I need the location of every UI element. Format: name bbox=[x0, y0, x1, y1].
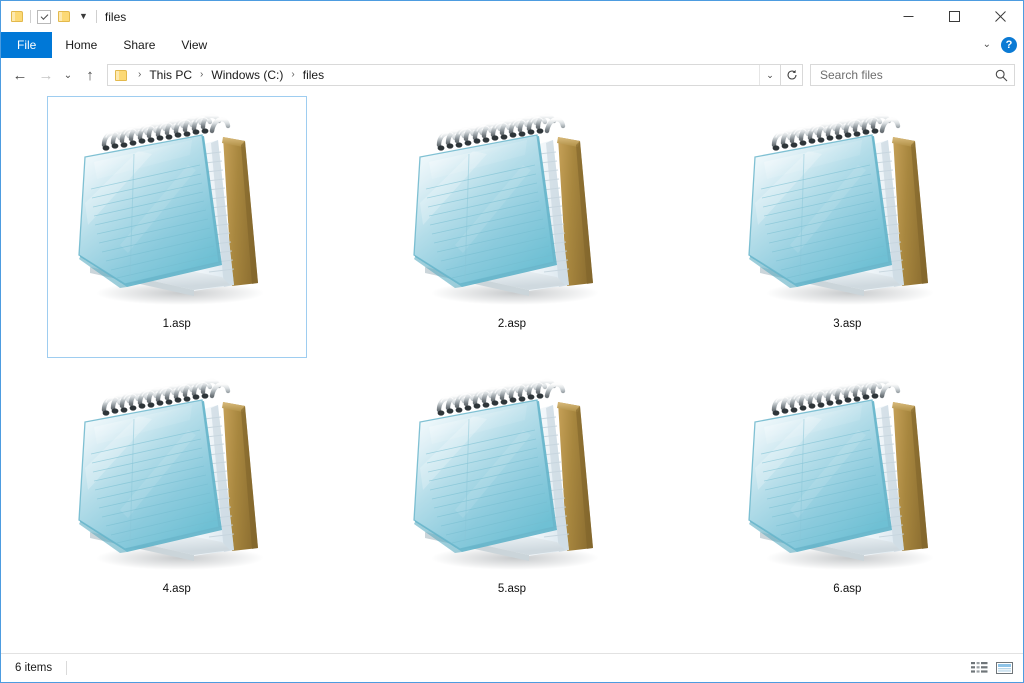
notepad-file-icon bbox=[72, 107, 282, 312]
window-title: files bbox=[104, 9, 127, 24]
status-divider bbox=[66, 661, 68, 675]
new-folder-icon[interactable] bbox=[58, 10, 71, 23]
close-button[interactable] bbox=[977, 1, 1023, 32]
search-icon[interactable] bbox=[995, 69, 1008, 82]
maximize-button[interactable] bbox=[931, 1, 977, 32]
maximize-icon bbox=[948, 11, 960, 22]
breadcrumb[interactable]: › This PC › Windows (C:) › files ⌄ bbox=[107, 64, 781, 86]
notepad-file-icon bbox=[407, 107, 617, 312]
file-item-selected[interactable]: 1.asp bbox=[46, 96, 307, 358]
file-item[interactable]: 5.asp bbox=[382, 361, 642, 623]
file-name-label: 5.asp bbox=[497, 583, 527, 595]
ribbon-right-controls: ⌄ ? bbox=[983, 32, 1017, 58]
file-item[interactable]: 3.asp bbox=[717, 96, 977, 358]
tab-view[interactable]: View bbox=[168, 32, 220, 58]
file-item[interactable]: 2.asp bbox=[382, 96, 642, 358]
file-item[interactable]: 6.asp bbox=[717, 361, 977, 623]
notepad-file-icon bbox=[748, 378, 935, 570]
status-bar: 6 items bbox=[1, 653, 1023, 682]
breadcrumb-separator-1[interactable]: › bbox=[195, 70, 208, 80]
large-icons-view-button[interactable] bbox=[995, 659, 1013, 677]
refresh-icon bbox=[786, 69, 797, 80]
notepad-file-icon bbox=[77, 378, 264, 570]
qat-divider-2 bbox=[95, 10, 97, 23]
title-bar: ▼ files bbox=[1, 1, 1023, 32]
close-icon bbox=[994, 11, 1006, 22]
breadcrumb-folder-icon bbox=[108, 69, 133, 82]
chevron-down-icon[interactable]: ⌄ bbox=[983, 40, 991, 50]
details-view-button[interactable] bbox=[970, 659, 988, 677]
breadcrumb-item-this-pc[interactable]: This PC bbox=[146, 68, 195, 82]
file-name-label: 3.asp bbox=[833, 318, 862, 330]
chevron-down-icon[interactable]: ⌄ bbox=[759, 65, 780, 85]
notepad-file-icon bbox=[742, 107, 952, 312]
breadcrumb-item-files[interactable]: files bbox=[300, 68, 327, 82]
breadcrumb-separator-0[interactable]: › bbox=[133, 70, 146, 80]
search-box[interactable]: Search files bbox=[810, 64, 1015, 86]
qat-divider-1 bbox=[30, 10, 31, 23]
notepad-file-icon bbox=[407, 372, 617, 577]
file-list-view[interactable]: 1.asp 2.asp 3.asp 4.asp 5.asp 6.asp bbox=[1, 92, 1023, 653]
details-view-icon bbox=[970, 662, 987, 673]
forward-button[interactable]: → bbox=[33, 62, 59, 88]
item-count-label: 6 items bbox=[15, 662, 53, 674]
file-name-label: 1.asp bbox=[162, 318, 191, 330]
properties-checkbox-icon[interactable] bbox=[37, 9, 51, 24]
search-input[interactable]: Search files bbox=[820, 68, 995, 82]
notepad-file-icon bbox=[748, 113, 935, 305]
back-button[interactable]: ← bbox=[7, 62, 33, 88]
file-name-label: 6.asp bbox=[833, 583, 862, 595]
notepad-file-icon bbox=[742, 372, 952, 577]
chevron-down-icon[interactable]: ▼ bbox=[77, 12, 90, 21]
file-item[interactable]: 4.asp bbox=[47, 361, 307, 623]
folder-icon[interactable] bbox=[11, 10, 24, 23]
breadcrumb-item-windows-c[interactable]: Windows (C:) bbox=[208, 68, 286, 82]
explorer-window: ▼ files File Home Share View ⌄ ? ← → ⌄ ↑… bbox=[0, 0, 1024, 683]
notepad-file-icon bbox=[413, 113, 599, 305]
tab-share[interactable]: Share bbox=[110, 32, 168, 58]
tab-home[interactable]: Home bbox=[52, 32, 110, 58]
address-bar: ← → ⌄ ↑ › This PC › Windows (C:) › files… bbox=[1, 59, 1023, 92]
view-mode-buttons bbox=[970, 654, 1013, 682]
breadcrumb-separator-2[interactable]: › bbox=[286, 70, 299, 80]
quick-access-toolbar: ▼ files bbox=[1, 9, 127, 24]
minimize-button[interactable] bbox=[885, 1, 931, 32]
tab-file[interactable]: File bbox=[1, 32, 53, 58]
notepad-file-icon bbox=[413, 378, 599, 570]
file-name-label: 2.asp bbox=[497, 318, 527, 330]
notepad-file-icon bbox=[77, 113, 264, 305]
notepad-file-icon bbox=[72, 372, 282, 577]
icon-grid: 1.asp 2.asp 3.asp 4.asp 5.asp 6.asp bbox=[1, 96, 1023, 626]
up-button[interactable]: ↑ bbox=[77, 62, 103, 88]
large-icons-view-icon bbox=[995, 662, 1013, 674]
refresh-button[interactable] bbox=[781, 64, 803, 86]
minimize-icon bbox=[903, 16, 913, 17]
file-name-label: 4.asp bbox=[162, 583, 191, 595]
ribbon-tab-bar: File Home Share View ⌄ ? bbox=[1, 32, 1023, 59]
recent-locations-button[interactable]: ⌄ bbox=[59, 62, 77, 88]
window-controls bbox=[885, 1, 1023, 32]
help-icon[interactable]: ? bbox=[1001, 37, 1017, 53]
